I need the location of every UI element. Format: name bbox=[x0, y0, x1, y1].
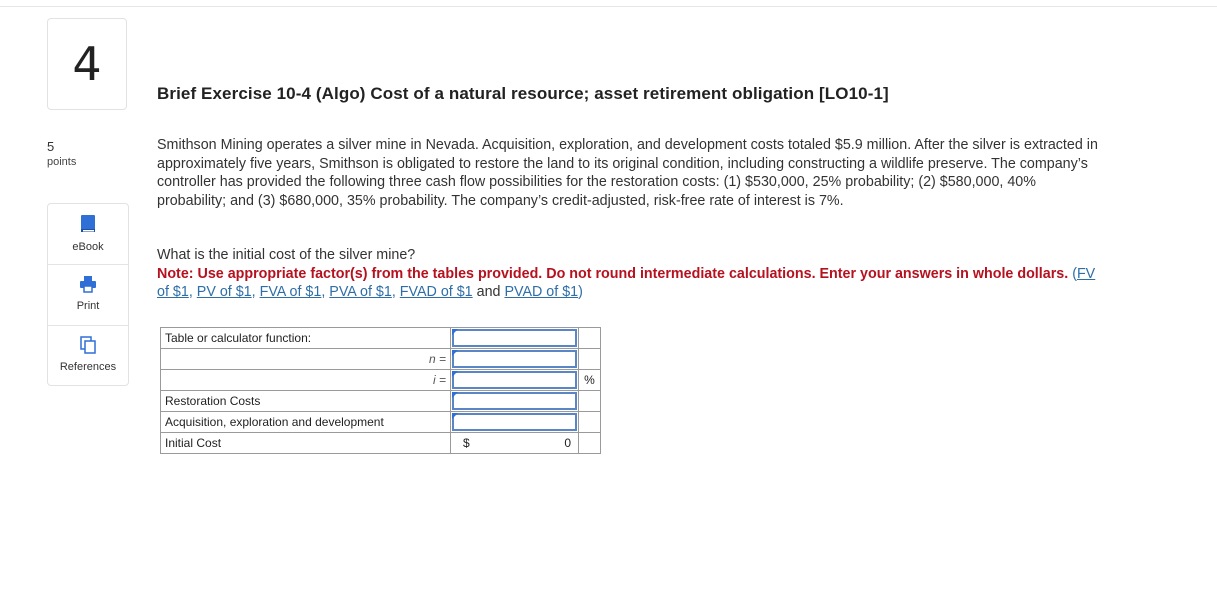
printer-icon bbox=[48, 275, 128, 296]
ebook-label: eBook bbox=[72, 241, 104, 253]
question-number-box: 4 bbox=[47, 18, 127, 110]
link-sep: , bbox=[251, 284, 256, 301]
ebook-button[interactable]: eBook bbox=[48, 214, 128, 253]
acquisition-input[interactable] bbox=[450, 411, 579, 433]
restoration-costs-input[interactable] bbox=[450, 390, 579, 412]
i-label: i = bbox=[160, 369, 451, 391]
print-button[interactable]: Print bbox=[48, 275, 128, 312]
link-sep: , bbox=[188, 284, 193, 301]
points-label: points bbox=[47, 156, 77, 168]
empty-unit-cell bbox=[578, 327, 601, 349]
pvad-link[interactable]: PVAD of $1 bbox=[504, 284, 578, 300]
tools-panel: eBook Print References bbox=[47, 203, 129, 386]
copy-pages-icon bbox=[48, 336, 128, 357]
tool-divider bbox=[48, 325, 128, 326]
percent-unit: % bbox=[578, 369, 601, 391]
tool-divider bbox=[48, 264, 128, 265]
question-prompt: What is the initial cost of the silver m… bbox=[157, 247, 416, 263]
empty-unit-cell bbox=[578, 411, 601, 433]
initial-cost-label: Initial Cost bbox=[160, 432, 451, 454]
restoration-costs-label: Restoration Costs bbox=[160, 390, 451, 412]
book-icon bbox=[48, 214, 128, 237]
top-divider bbox=[0, 6, 1217, 7]
points-block: 5 points bbox=[47, 139, 107, 168]
acquisition-label: Acquisition, exploration and development bbox=[160, 411, 451, 433]
initial-cost-value: $ 0 bbox=[450, 432, 579, 454]
print-label: Print bbox=[76, 300, 100, 312]
pv-link[interactable]: PV of $1 bbox=[197, 284, 252, 300]
note-text: Note: Use appropriate factor(s) from the… bbox=[157, 266, 1069, 282]
initial-cost-amount: 0 bbox=[564, 436, 571, 450]
question-description: Smithson Mining operates a silver mine i… bbox=[157, 137, 1098, 209]
empty-unit-cell bbox=[578, 348, 601, 370]
table-row: Acquisition, exploration and development bbox=[160, 411, 601, 433]
table-function-input[interactable] bbox=[450, 327, 579, 349]
currency-symbol: $ bbox=[463, 436, 470, 450]
and-text: and bbox=[476, 284, 501, 301]
table-row: i = % bbox=[160, 369, 601, 391]
table-function-label: Table or calculator function: bbox=[160, 327, 451, 349]
question-number: 4 bbox=[72, 37, 102, 91]
pva-link[interactable]: PVA of $1 bbox=[329, 284, 392, 300]
references-label: References bbox=[59, 361, 117, 373]
table-row: Initial Cost $ 0 bbox=[160, 432, 601, 454]
calculation-table: Table or calculator function: n = i = % … bbox=[160, 327, 601, 454]
empty-unit-cell bbox=[578, 390, 601, 412]
fvad-link[interactable]: FVAD of $1 bbox=[400, 284, 473, 300]
n-input[interactable] bbox=[450, 348, 579, 370]
close-paren: ) bbox=[578, 284, 583, 301]
table-row: n = bbox=[160, 348, 601, 370]
link-sep: , bbox=[391, 284, 396, 301]
fva-link[interactable]: FVA of $1 bbox=[260, 284, 322, 300]
table-row: Restoration Costs bbox=[160, 390, 601, 412]
question-title: Brief Exercise 10-4 (Algo) Cost of a nat… bbox=[157, 84, 889, 103]
empty-unit-cell bbox=[578, 432, 601, 454]
link-sep: , bbox=[321, 284, 326, 301]
references-button[interactable]: References bbox=[48, 336, 128, 373]
points-value: 5 bbox=[47, 139, 55, 154]
i-input[interactable] bbox=[450, 369, 579, 391]
table-row: Table or calculator function: bbox=[160, 327, 601, 349]
n-label: n = bbox=[160, 348, 451, 370]
note-block: Note: Use appropriate factor(s) from the… bbox=[157, 265, 1102, 302]
